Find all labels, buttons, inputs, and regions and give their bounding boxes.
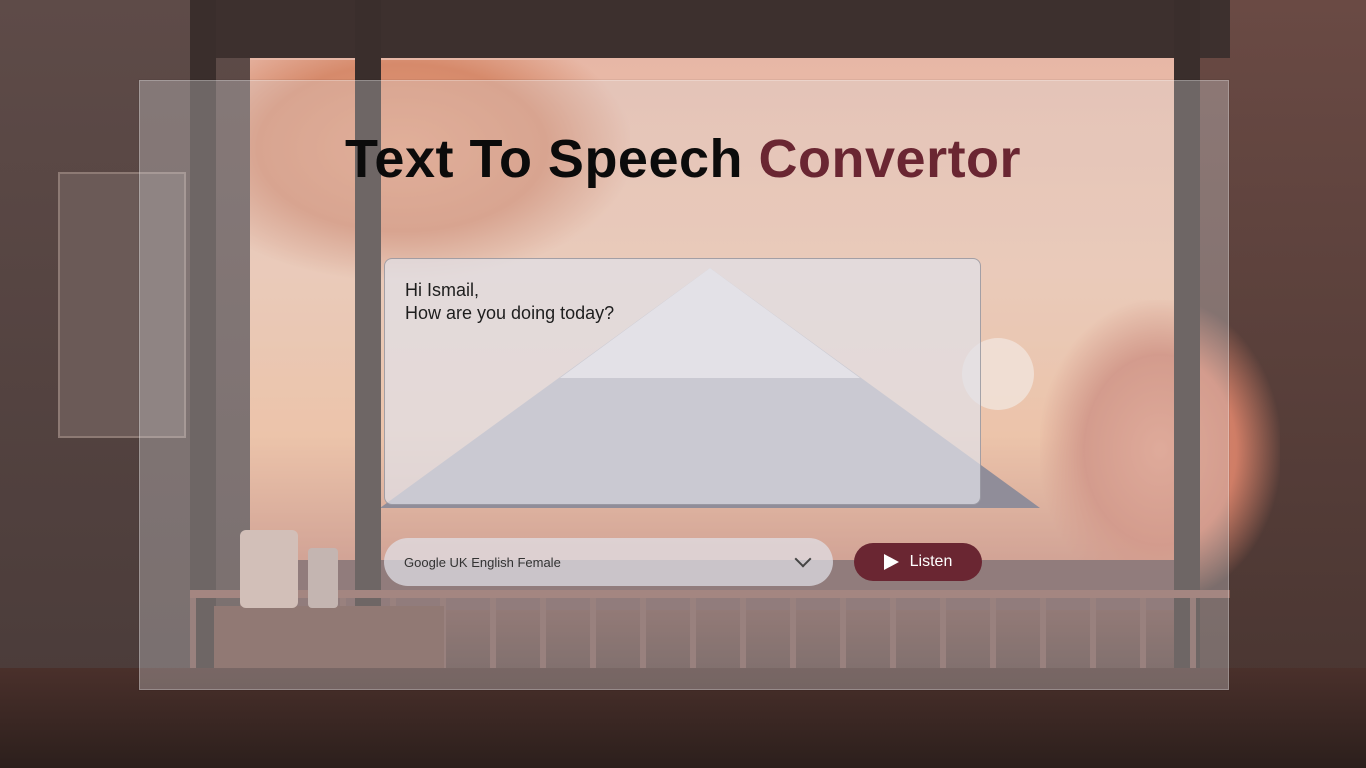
page-title-main: Text To Speech: [344, 129, 759, 189]
chevron-down-icon: [794, 550, 812, 568]
voice-select[interactable]: Google UK English Female: [384, 538, 833, 586]
listen-button-label: Listen: [909, 553, 953, 570]
page-title-accent: Convertor: [758, 129, 1022, 189]
window-frame-top: [190, 0, 1230, 58]
text-input-area[interactable]: Hi Ismail, How are you doing today?: [384, 258, 981, 505]
background-scene: Text To Speech Convertor Hi Ismail, How …: [0, 0, 1366, 768]
voice-select-value: Google UK English Female: [404, 554, 561, 570]
page-title: Text To Speech Convertor: [0, 128, 1366, 190]
play-icon: [883, 554, 899, 570]
listen-button[interactable]: Listen: [854, 543, 982, 581]
